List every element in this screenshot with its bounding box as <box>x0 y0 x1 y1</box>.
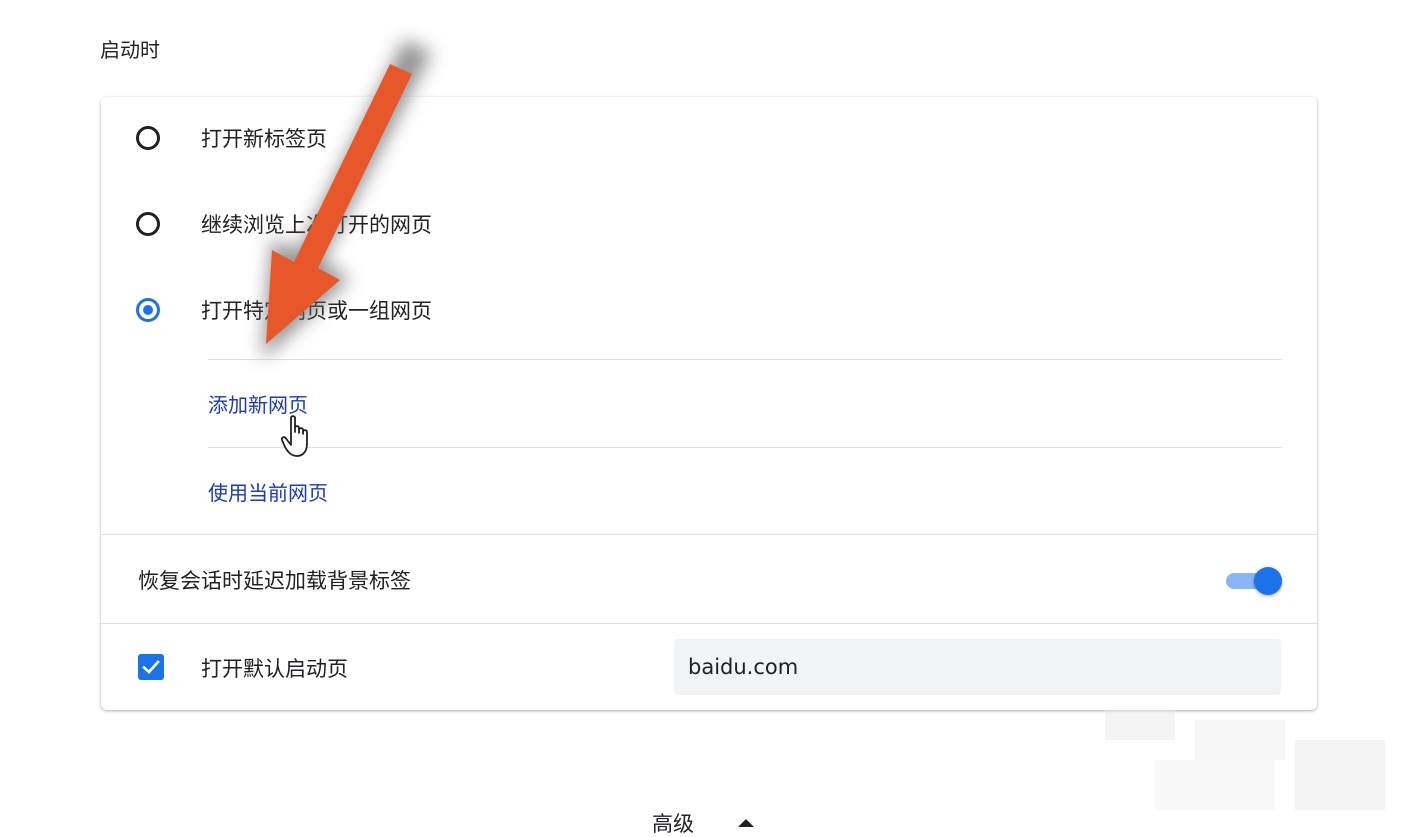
use-current-page-link[interactable]: 使用当前网页 <box>208 477 328 506</box>
settings-page: 启动时 打开新标签页 继续浏览上次打开的网页 打开特定网页或一组网页 添加新网页… <box>0 0 1408 837</box>
add-page-link[interactable]: 添加新网页 <box>208 389 308 418</box>
radio-label: 打开新标签页 <box>201 127 327 151</box>
checkmark-icon <box>142 660 160 674</box>
startup-card: 打开新标签页 继续浏览上次打开的网页 打开特定网页或一组网页 添加新网页 使用当… <box>101 97 1317 710</box>
radio-option-continue[interactable]: 继续浏览上次打开的网页 <box>101 194 1317 254</box>
radio-button[interactable] <box>136 126 160 150</box>
divider <box>208 447 1282 448</box>
watermark <box>1105 710 1385 810</box>
radio-button-selected[interactable] <box>136 298 160 322</box>
radio-label: 打开特定网页或一组网页 <box>201 299 432 323</box>
lazy-load-toggle[interactable] <box>1226 567 1282 595</box>
divider <box>208 359 1282 360</box>
advanced-toggle-label[interactable]: 高级 <box>652 808 694 837</box>
default-startup-label: 打开默认启动页 <box>201 657 348 681</box>
divider <box>101 623 1317 624</box>
default-startup-checkbox[interactable] <box>138 654 164 680</box>
radio-label: 继续浏览上次打开的网页 <box>201 213 432 237</box>
divider <box>101 534 1317 535</box>
caret-up-icon[interactable] <box>738 819 754 827</box>
radio-option-specific-pages[interactable]: 打开特定网页或一组网页 <box>101 280 1317 340</box>
toggle-knob <box>1254 567 1282 595</box>
lazy-load-label: 恢复会话时延迟加载背景标签 <box>138 569 411 593</box>
section-title: 启动时 <box>100 38 160 62</box>
radio-button[interactable] <box>136 212 160 236</box>
default-startup-url-input[interactable] <box>674 639 1281 695</box>
radio-option-new-tab[interactable]: 打开新标签页 <box>101 108 1317 168</box>
